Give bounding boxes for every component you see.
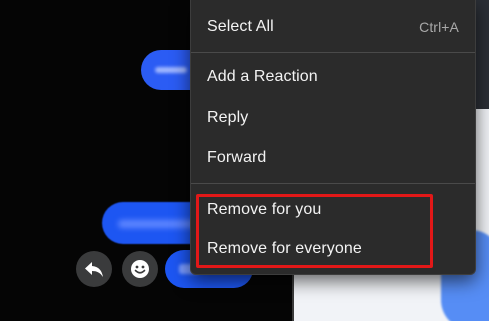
menu-separator [191,52,475,53]
menu-item-forward[interactable]: Forward [191,140,475,176]
menu-item-label: Reply [207,109,249,126]
menu-item-reply[interactable]: Reply [191,100,475,136]
highlight-annotation-box [196,194,433,268]
smiley-icon [131,260,149,278]
menu-separator [191,183,475,184]
menu-item-label: Select All [207,18,274,35]
menu-item-label: Forward [207,149,267,166]
react-button[interactable] [122,251,158,287]
menu-item-add-reaction[interactable]: Add a Reaction [191,59,475,95]
redacted-message-text [155,67,187,73]
menu-item-label: Add a Reaction [207,68,318,85]
reply-button[interactable] [76,251,112,287]
menu-item-shortcut: Ctrl+A [419,19,459,35]
reply-arrow-icon [85,262,103,277]
screen: Select All Ctrl+A Add a Reaction Reply F… [0,0,489,321]
menu-item-select-all[interactable]: Select All Ctrl+A [191,9,475,45]
